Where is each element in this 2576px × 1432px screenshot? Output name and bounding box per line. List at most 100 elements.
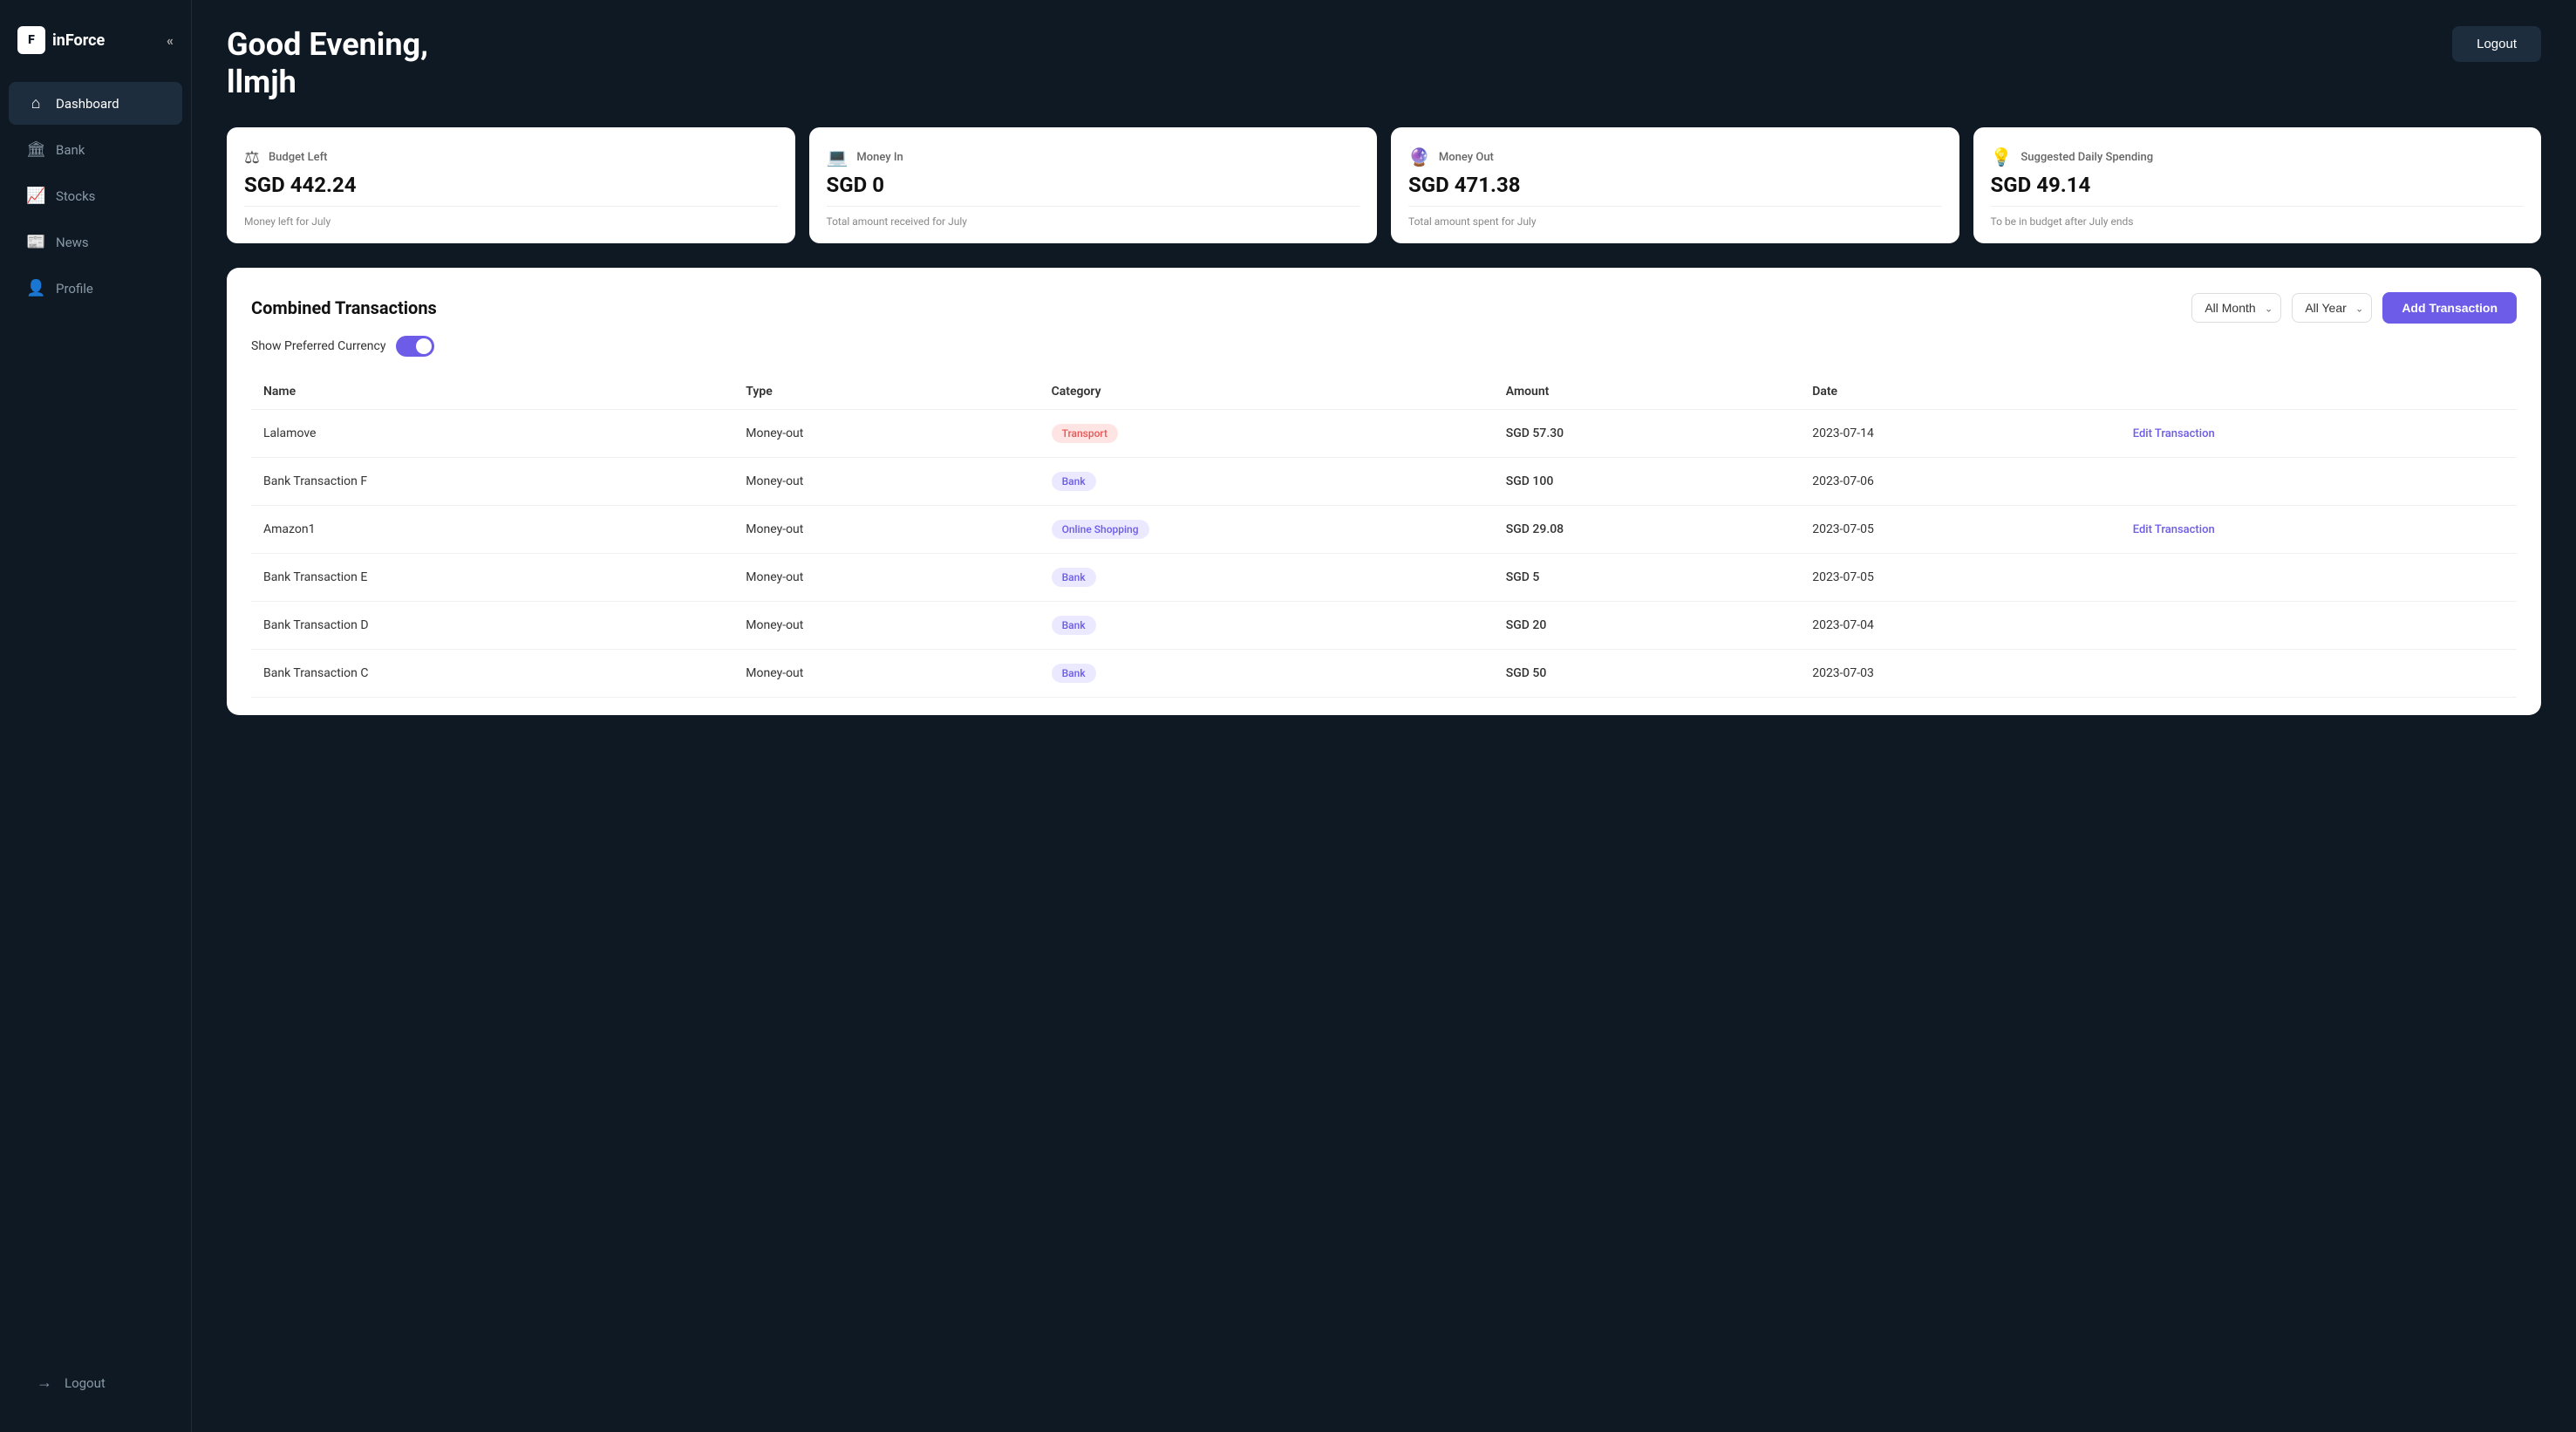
row-type: Money-out [733, 458, 1039, 506]
col-header-type: Type [733, 374, 1039, 410]
row-category: Bank [1039, 554, 1494, 602]
col-header-amount: Amount [1494, 374, 1800, 410]
card-amount: SGD 0 [827, 173, 1360, 197]
col-header-name: Name [251, 374, 733, 410]
row-type: Money-out [733, 554, 1039, 602]
row-actions: Edit Transaction [2121, 410, 2517, 458]
sidebar-item-label: Bank [56, 142, 85, 158]
card-amount: SGD 49.14 [1991, 173, 2525, 197]
currency-toggle-row: Show Preferred Currency [251, 336, 2517, 357]
home-icon: ⌂ [26, 94, 45, 113]
summary-card-3: 💡 Suggested Daily Spending SGD 49.14 To … [1973, 127, 2542, 243]
card-label: Money Out [1439, 151, 1494, 164]
transactions-panel: Combined Transactions All Month All Year… [227, 268, 2541, 715]
row-type: Money-out [733, 410, 1039, 458]
row-category: Online Shopping [1039, 506, 1494, 554]
sidebar-item-stocks[interactable]: 📈 Stocks [9, 174, 182, 217]
row-date: 2023-07-06 [1800, 458, 2121, 506]
sidebar-bottom: → Logout [0, 1351, 191, 1415]
logo-icon: F [17, 26, 45, 54]
table-row: Amazon1 Money-out Online Shopping SGD 29… [251, 506, 2517, 554]
category-badge: Bank [1052, 664, 1096, 683]
edit-transaction-link[interactable]: Edit Transaction [2133, 427, 2215, 440]
month-filter[interactable]: All Month [2191, 293, 2281, 323]
row-amount: SGD 57.30 [1494, 410, 1800, 458]
card-amount: SGD 471.38 [1408, 173, 1942, 197]
row-name: Bank Transaction E [251, 554, 733, 602]
row-type: Money-out [733, 650, 1039, 698]
card-header: 💡 Suggested Daily Spending [1991, 147, 2525, 167]
header: Good Evening, llmjh Logout [227, 26, 2541, 101]
row-category: Bank [1039, 458, 1494, 506]
category-badge: Transport [1052, 424, 1118, 443]
row-amount: SGD 29.08 [1494, 506, 1800, 554]
summary-card-1: 💻 Money In SGD 0 Total amount received f… [809, 127, 1378, 243]
card-label: Money In [856, 151, 903, 164]
table-row: Lalamove Money-out Transport SGD 57.30 2… [251, 410, 2517, 458]
transactions-header: Combined Transactions All Month All Year… [251, 292, 2517, 324]
row-name: Amazon1 [251, 506, 733, 554]
row-category: Bank [1039, 650, 1494, 698]
category-badge: Bank [1052, 568, 1096, 587]
card-label: Suggested Daily Spending [2021, 151, 2153, 164]
row-name: Lalamove [251, 410, 733, 458]
col-header-actions [2121, 374, 2517, 410]
summary-card-0: ⚖ Budget Left SGD 442.24 Money left for … [227, 127, 795, 243]
show-currency-label: Show Preferred Currency [251, 339, 385, 353]
transactions-table: NameTypeCategoryAmountDate Lalamove Mone… [251, 374, 2517, 698]
sidebar-item-profile[interactable]: 👤 Profile [9, 267, 182, 310]
card-header: 💻 Money In [827, 147, 1360, 167]
row-date: 2023-07-14 [1800, 410, 2121, 458]
transactions-controls: All Month All Year Add Transaction [2191, 292, 2517, 324]
card-sub: Money left for July [244, 206, 778, 228]
row-name: Bank Transaction D [251, 602, 733, 650]
card-sub: Total amount received for July [827, 206, 1360, 228]
sidebar-logout-label: Logout [65, 1375, 106, 1391]
table-row: Bank Transaction F Money-out Bank SGD 10… [251, 458, 2517, 506]
row-date: 2023-07-03 [1800, 650, 2121, 698]
logout-icon: → [35, 1374, 54, 1392]
row-actions [2121, 458, 2517, 506]
row-date: 2023-07-05 [1800, 506, 2121, 554]
sidebar: F inForce « ⌂ Dashboard 🏛 Bank 📈 Stocks … [0, 0, 192, 1432]
table-row: Bank Transaction C Money-out Bank SGD 50… [251, 650, 2517, 698]
category-badge: Bank [1052, 472, 1096, 491]
row-type: Money-out [733, 602, 1039, 650]
greeting-username: llmjh [227, 64, 428, 101]
sidebar-item-dashboard[interactable]: ⌂ Dashboard [9, 82, 182, 125]
row-actions [2121, 554, 2517, 602]
card-label: Budget Left [269, 151, 328, 164]
sidebar-item-label: Profile [56, 281, 93, 297]
sidebar-item-label: News [56, 235, 89, 250]
greeting-line1: Good Evening, [227, 26, 428, 64]
row-name: Bank Transaction F [251, 458, 733, 506]
news-icon: 📰 [26, 233, 45, 251]
row-amount: SGD 100 [1494, 458, 1800, 506]
row-amount: SGD 5 [1494, 554, 1800, 602]
col-header-date: Date [1800, 374, 2121, 410]
row-category: Bank [1039, 602, 1494, 650]
row-date: 2023-07-04 [1800, 602, 2121, 650]
category-badge: Bank [1052, 616, 1096, 635]
bank-icon: 🏛 [26, 140, 45, 159]
profile-icon: 👤 [26, 279, 45, 297]
sidebar-collapse-icon[interactable]: « [167, 32, 174, 49]
row-actions [2121, 650, 2517, 698]
summary-card-2: 🔮 Money Out SGD 471.38 Total amount spen… [1391, 127, 1959, 243]
card-icon: 💻 [827, 147, 848, 167]
sidebar-item-label: Dashboard [56, 96, 119, 112]
logout-button[interactable]: Logout [2452, 26, 2541, 62]
card-icon: 🔮 [1408, 147, 1430, 167]
sidebar-item-bank[interactable]: 🏛 Bank [9, 128, 182, 171]
summary-cards: ⚖ Budget Left SGD 442.24 Money left for … [227, 127, 2541, 243]
sidebar-logout[interactable]: → Logout [17, 1361, 174, 1404]
row-actions [2121, 602, 2517, 650]
add-transaction-button[interactable]: Add Transaction [2382, 292, 2517, 324]
app-name: inForce [52, 31, 105, 50]
col-header-category: Category [1039, 374, 1494, 410]
table-header-row: NameTypeCategoryAmountDate [251, 374, 2517, 410]
edit-transaction-link[interactable]: Edit Transaction [2133, 523, 2215, 536]
currency-toggle[interactable] [396, 336, 434, 357]
sidebar-item-news[interactable]: 📰 News [9, 221, 182, 263]
year-filter[interactable]: All Year [2292, 293, 2372, 323]
